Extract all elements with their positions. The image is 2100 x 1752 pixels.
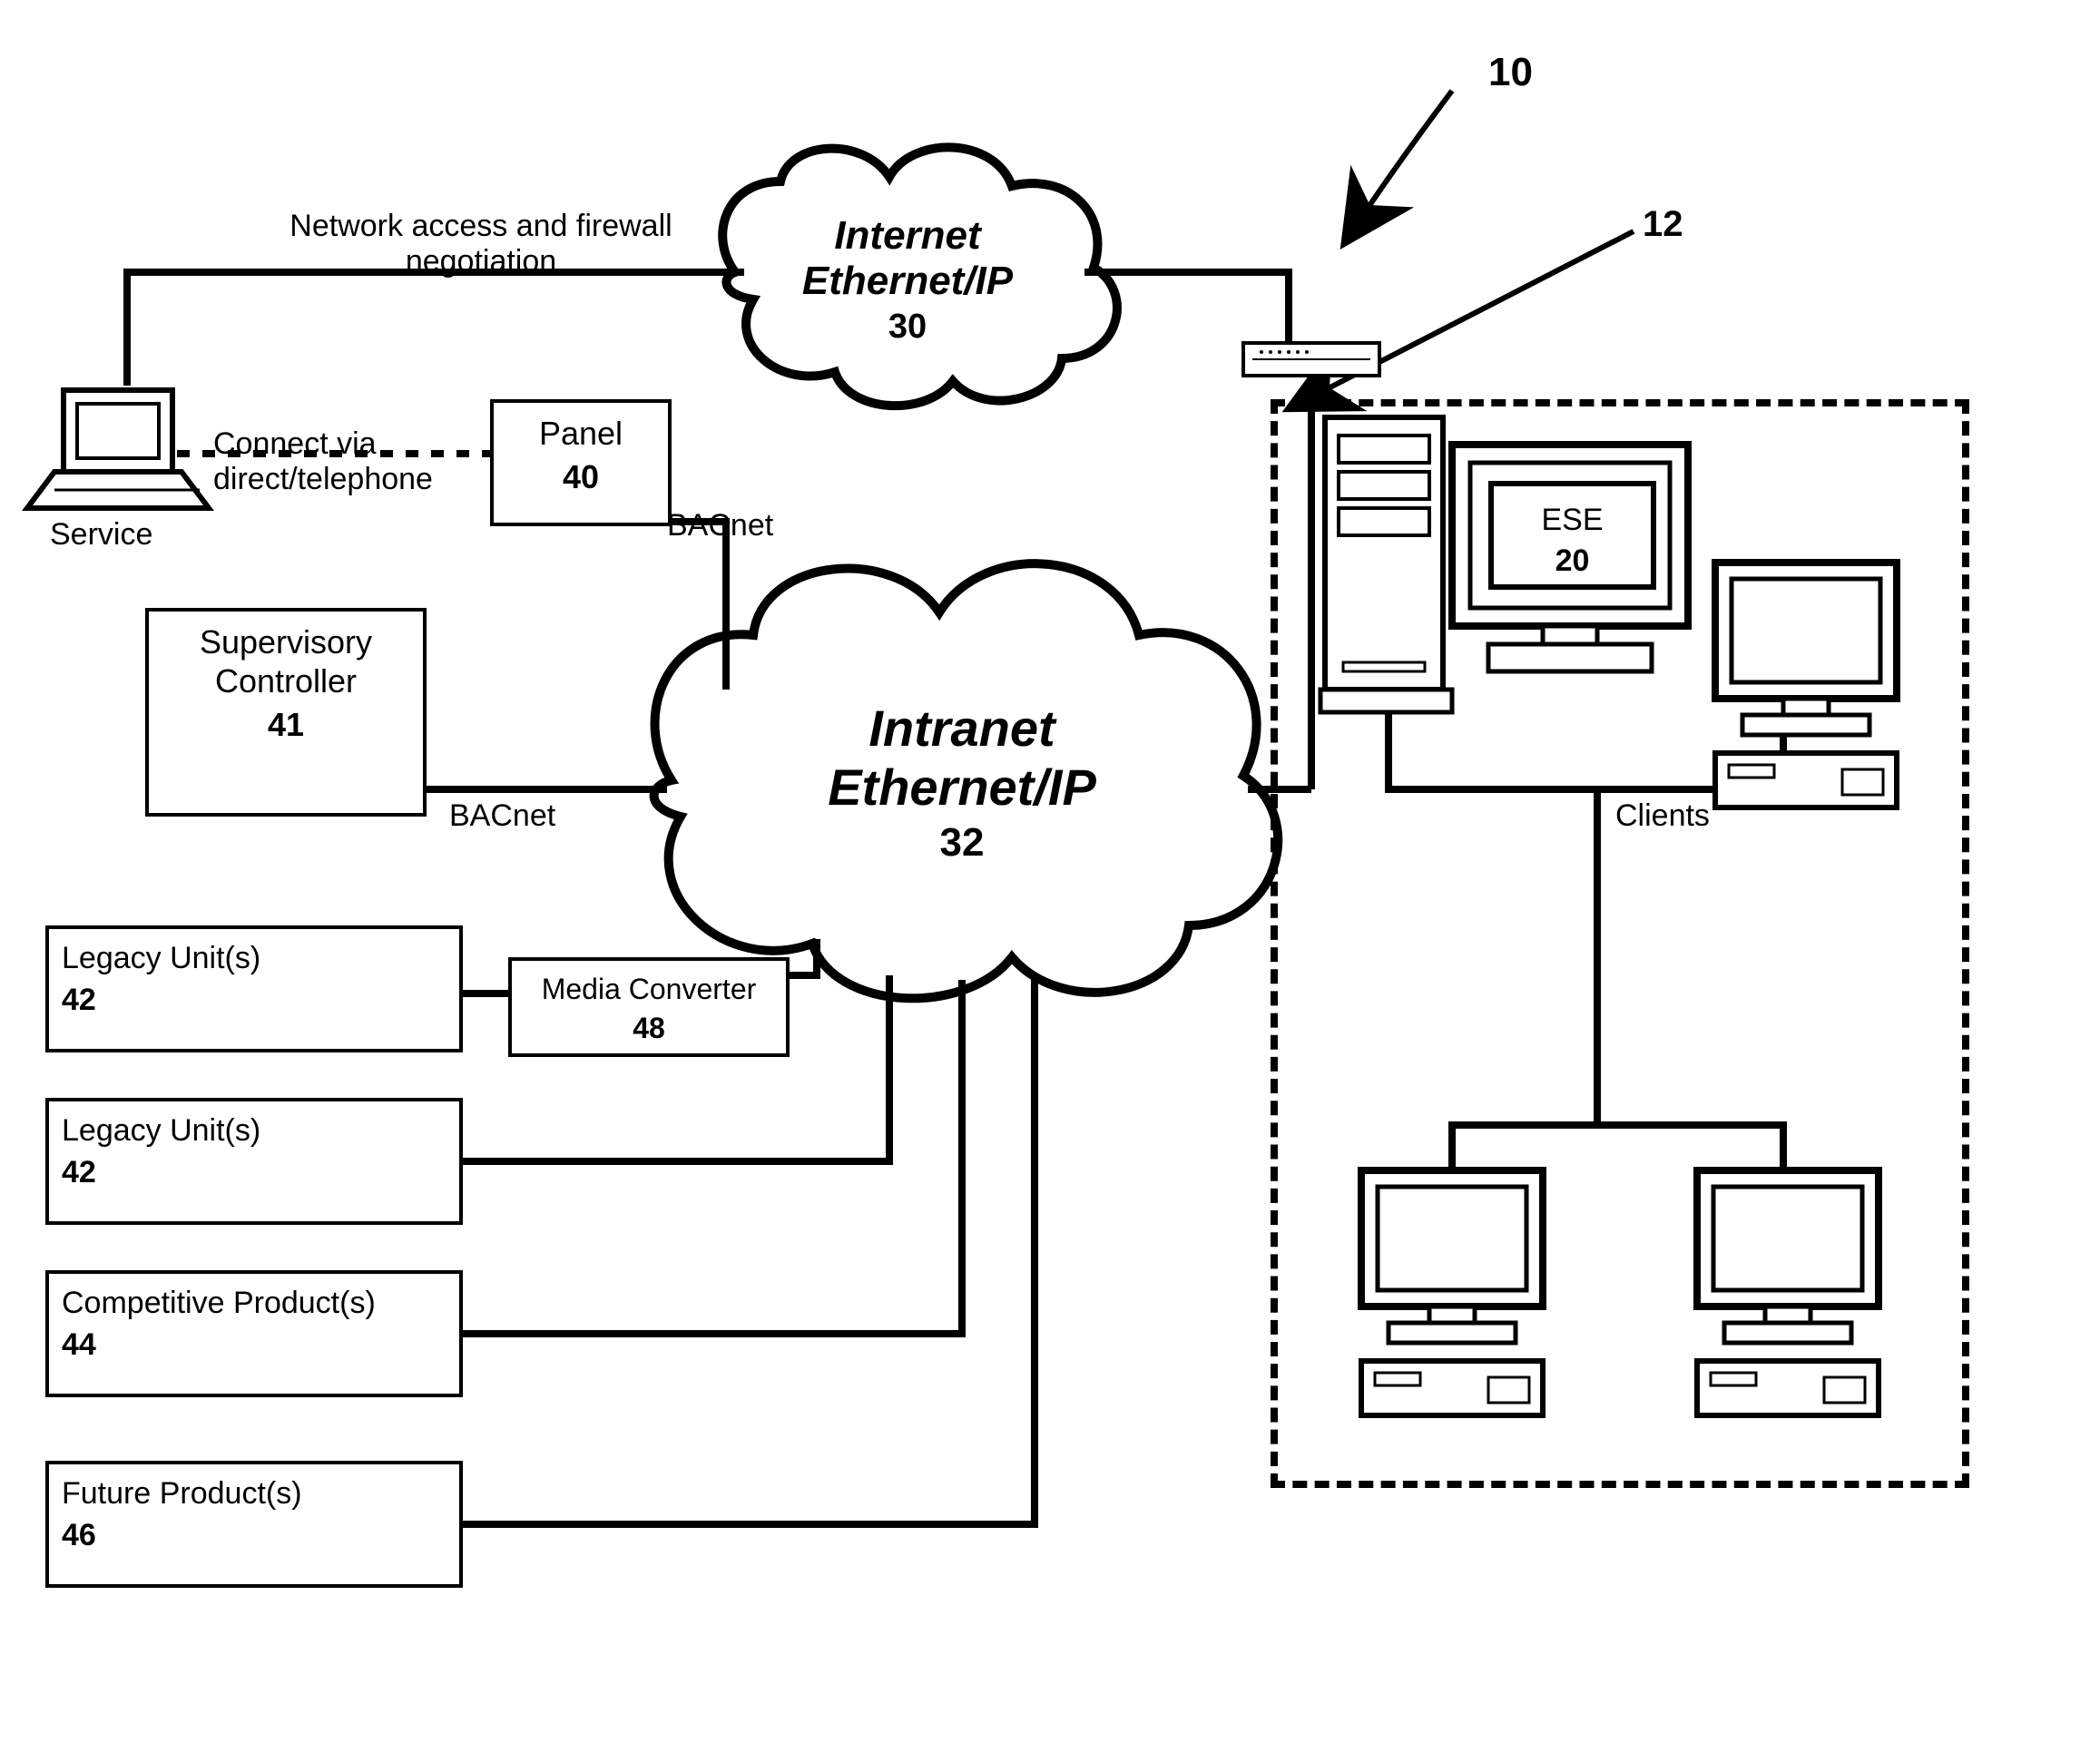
legacy2-num: 42 — [62, 1155, 446, 1190]
internet-num: 30 — [717, 308, 1098, 347]
network-access-label: Network access and firewall negotiation — [245, 209, 717, 279]
area-ref-12: 12 — [1643, 204, 1683, 245]
intranet-num: 32 — [635, 820, 1289, 866]
competitive-box: Competitive Product(s) 44 — [45, 1270, 463, 1397]
ese-title: ESE — [1494, 503, 1651, 538]
competitive-title: Competitive Product(s) — [62, 1285, 446, 1322]
media-title: Media Converter — [525, 972, 773, 1006]
service-label: Service — [50, 517, 152, 553]
legacy1-title: Legacy Unit(s) — [62, 940, 446, 977]
internet-cloud: Internet Ethernet/IP 30 — [717, 163, 1098, 399]
legacy1-box: Legacy Unit(s) 42 — [45, 925, 463, 1052]
legacy2-title: Legacy Unit(s) — [62, 1112, 446, 1150]
internet-line1: Internet — [717, 213, 1098, 259]
connect-label: Connect via direct/telephone — [213, 426, 433, 497]
ese-num: 20 — [1494, 543, 1651, 579]
bacnet-label-2: BACnet — [449, 798, 555, 834]
diagram-canvas: 10 12 Internet Ethernet/IP 30 Intranet E… — [0, 0, 2100, 1752]
ese-box: ESE 20 — [1488, 481, 1656, 590]
clients-label: Clients — [1615, 798, 1710, 834]
intranet-line2: Ethernet/IP — [635, 758, 1289, 817]
panel-title: Panel — [506, 414, 655, 453]
media-num: 48 — [525, 1012, 773, 1045]
future-box: Future Product(s) 46 — [45, 1461, 463, 1588]
laptop-icon — [27, 390, 209, 508]
figure-ref-10: 10 — [1488, 50, 1533, 95]
panel-box: Panel 40 — [490, 399, 672, 526]
intranet-cloud: Intranet Ethernet/IP 32 — [635, 563, 1289, 998]
legacy1-num: 42 — [62, 983, 446, 1018]
future-title: Future Product(s) — [62, 1475, 446, 1512]
supervisory-box: Supervisory Controller 41 — [145, 608, 427, 817]
bacnet-label-1: BACnet — [667, 508, 773, 543]
media-converter-box: Media Converter 48 — [508, 957, 790, 1057]
panel-num: 40 — [506, 458, 655, 496]
legacy2-box: Legacy Unit(s) 42 — [45, 1098, 463, 1225]
supervisory-num: 41 — [162, 706, 410, 744]
future-num: 46 — [62, 1518, 446, 1553]
supervisory-title: Supervisory Controller — [162, 622, 410, 700]
competitive-num: 44 — [62, 1327, 446, 1363]
intranet-line1: Intranet — [635, 699, 1289, 758]
internet-line2: Ethernet/IP — [717, 259, 1098, 304]
